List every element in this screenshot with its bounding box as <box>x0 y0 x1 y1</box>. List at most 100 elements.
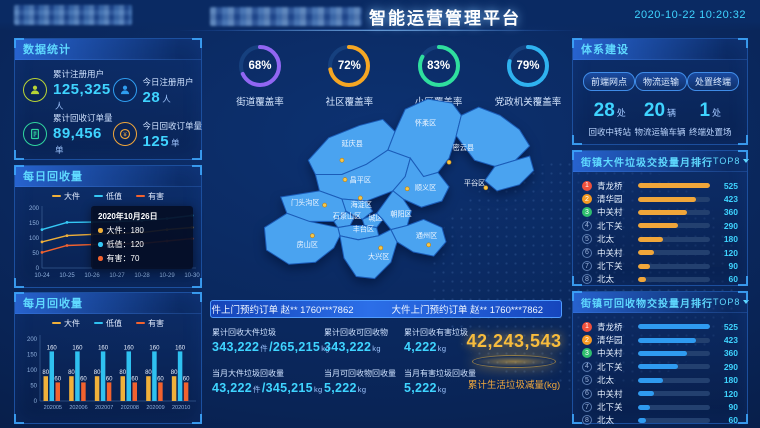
center-stat-value: 4,222kg <box>404 341 468 354</box>
stat-unit: 人 <box>162 94 171 104</box>
rank-name: 北太 <box>597 233 633 245</box>
center-stat-value: 5,222kg <box>404 382 468 395</box>
rank-bar-fill <box>638 378 663 383</box>
rank-value: 525 <box>715 181 738 191</box>
data-stats-grid: 累计注册用户125,325人今日注册用户28人累计回收订单量89,456单¥今日… <box>15 60 201 162</box>
top-selector[interactable]: TOP8 <box>713 297 749 307</box>
district-label: 延庆县 <box>341 139 362 148</box>
gauge-percent: 68% <box>236 42 284 90</box>
rank-name: 北下关 <box>597 401 633 413</box>
gauge-ring: 83% <box>415 42 463 90</box>
rank-bar-track <box>638 418 710 423</box>
svg-text:160: 160 <box>124 345 135 351</box>
rank-value: 180 <box>715 375 738 385</box>
panel-daily-chart: 每日回收量 大件低值有害 05010015020010-2410-2510-26… <box>14 165 202 288</box>
stat-number: 28 <box>143 89 161 106</box>
stat-value: 89,456 单 <box>53 126 113 156</box>
panel-header: 每月回收量 <box>15 293 201 314</box>
svg-text:160: 160 <box>175 345 186 351</box>
gauge-percent: 72% <box>325 42 373 90</box>
center-stat-label: 当月大件垃圾回收量 <box>212 368 324 379</box>
svg-text:202010: 202010 <box>172 405 190 411</box>
legend-label: 有害 <box>148 318 164 329</box>
rank-bar-fill <box>638 391 654 396</box>
center-stat-label: 累计回收大件垃圾 <box>212 327 324 338</box>
center-stat: 当月有害垃圾回收量 5,222kg <box>404 368 468 395</box>
site-dot <box>484 186 488 190</box>
rank-bar-fill <box>638 324 710 329</box>
center-stat-label: 当月有害垃圾回收量 <box>404 368 468 379</box>
rank-bar-track <box>638 183 710 188</box>
ticker-item: 大件上门预约订单 赵** 1760***7862 <box>210 302 354 316</box>
stat-text: 今日注册用户28人 <box>143 76 194 105</box>
rank-badge: 3 <box>582 348 592 358</box>
svg-text:0: 0 <box>34 399 38 405</box>
rank-value: 120 <box>715 248 738 258</box>
svg-text:60: 60 <box>54 376 61 382</box>
panel-title: 每日回收量 <box>23 168 83 184</box>
rank-name: 青龙桥 <box>597 180 633 192</box>
district-密云县[interactable] <box>456 107 529 166</box>
stat-unit: kg <box>358 385 367 394</box>
system-tabs: 前端网点物流运输处置终端 <box>573 60 747 91</box>
district-label: 丰台区 <box>353 225 374 234</box>
district-label: 大兴区 <box>368 252 389 261</box>
svg-text:50: 50 <box>32 251 39 257</box>
rank-bar-fill <box>638 364 678 369</box>
stat-number: 43,222 <box>212 381 252 395</box>
stat-item: 今日注册用户28人 <box>113 68 203 112</box>
panel-header: 数据统计 <box>15 39 201 60</box>
rank-name: 中关村 <box>597 388 633 400</box>
svg-text:80: 80 <box>119 370 126 376</box>
dashboard: 智能运营管理平台 2020-10-22 10:20:32 数据统计 累计注册用户… <box>0 0 760 428</box>
top-selector[interactable]: TOP8 <box>713 156 749 166</box>
chevron-down-icon <box>743 300 749 304</box>
logo <box>14 5 132 25</box>
rank-name: 中关村 <box>597 247 633 259</box>
stat-unit: 单 <box>55 145 64 155</box>
stat-value: 125,325人 <box>53 82 113 112</box>
center-stat-label: 当月可回收物回收量 <box>324 368 404 379</box>
rank-value: 423 <box>715 194 738 204</box>
monthly-bar-chart: 0501001502002020058016060202006801606020… <box>16 329 200 421</box>
stat-label: 今日注册用户 <box>143 76 194 88</box>
rank-row: 6中关村120 <box>582 387 738 400</box>
stat-label: 今日回收订单量 <box>143 120 203 132</box>
system-stat: 1处终端处置场 <box>686 101 735 138</box>
top-selector-label: TOP8 <box>713 297 740 307</box>
rank-badge: 1 <box>582 181 592 191</box>
rank-list-large: 1青龙桥5252清华园4233中关村3604北下关2905北太1806中关村12… <box>573 172 747 290</box>
rank-badge: 2 <box>582 194 592 204</box>
rank-value: 525 <box>715 322 738 332</box>
rank-bar-fill <box>638 237 663 242</box>
panel-header: 街镇大件垃圾交投量月排行 TOP8 <box>573 151 747 172</box>
panel-header: 每日回收量 <box>15 166 201 187</box>
rank-bar-track <box>638 197 710 202</box>
daily-legend: 大件低值有害 <box>15 190 201 202</box>
tab-前端网点[interactable]: 前端网点 <box>583 72 635 91</box>
stat-number: 89,456 <box>53 125 102 142</box>
rank-bar-track <box>638 223 710 228</box>
system-stat-label: 物流运输车辆 <box>634 126 685 138</box>
svg-text:10-29: 10-29 <box>159 273 175 279</box>
stat-unit: 处 <box>617 108 626 118</box>
panel-data-stats: 数据统计 累计注册用户125,325人今日注册用户28人累计回收订单量89,45… <box>14 38 202 160</box>
legend-item: 低值 <box>94 318 122 329</box>
svg-text:10-24: 10-24 <box>34 273 50 279</box>
rank-badge: 3 <box>582 207 592 217</box>
rank-name: 中关村 <box>597 347 633 359</box>
rank-bar-track <box>638 237 710 242</box>
tooltip-dot <box>98 228 103 233</box>
rank-name: 北太 <box>597 374 633 386</box>
legend-item: 有害 <box>136 318 164 329</box>
stat-number: 28 <box>594 100 615 121</box>
svg-text:200: 200 <box>29 206 40 212</box>
tab-物流运输[interactable]: 物流运输 <box>635 72 687 91</box>
rank-name: 北太 <box>597 273 633 285</box>
svg-text:¥: ¥ <box>123 132 127 138</box>
legend-label: 大件 <box>64 318 80 329</box>
svg-text:202008: 202008 <box>121 405 139 411</box>
svg-text:202006: 202006 <box>69 405 87 411</box>
stat-unit: kg <box>438 385 447 394</box>
tab-处置终端[interactable]: 处置终端 <box>687 72 739 91</box>
